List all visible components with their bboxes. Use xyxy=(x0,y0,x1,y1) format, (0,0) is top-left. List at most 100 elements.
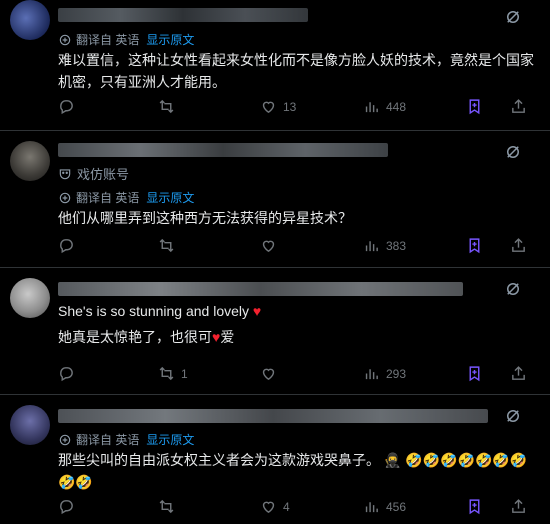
post-original-text: She's is so stunning and lovely ♥ xyxy=(58,300,538,322)
translated-text: 她真是太惊艳了，也很可 xyxy=(58,329,212,345)
bookmark-button[interactable] xyxy=(466,237,483,254)
reply-button[interactable] xyxy=(58,498,81,515)
share-icon xyxy=(512,499,525,513)
repost-button[interactable]: 1 xyxy=(158,365,188,382)
views-button[interactable]: 448 xyxy=(363,98,406,115)
like-icon xyxy=(262,240,275,253)
post-4[interactable]: 翻译自 英语 显示原文 那些尖叫的自由派女权主义者会为这款游戏哭鼻子。 🥷 🤣🤣… xyxy=(0,395,550,524)
repost-icon xyxy=(159,499,174,514)
translation-label: 翻译自 英语 xyxy=(76,33,140,47)
grok-icon[interactable] xyxy=(504,8,522,26)
post-3[interactable]: She's is so stunning and lovely ♥ 她真是太惊艳… xyxy=(0,268,550,394)
parody-label-text: 戏仿账号 xyxy=(77,167,130,182)
like-icon xyxy=(262,101,275,114)
emoji-sequence: 🥷 🤣🤣🤣🤣🤣🤣🤣 xyxy=(383,452,528,468)
share-button[interactable] xyxy=(510,498,527,515)
like-icon xyxy=(262,368,275,381)
grok-icon[interactable] xyxy=(504,407,522,425)
bookmark-icon xyxy=(469,238,480,254)
repost-button[interactable] xyxy=(158,98,181,115)
post-text: 那些尖叫的自由派女权主义者会为这款游戏哭鼻子。 🥷 🤣🤣🤣🤣🤣🤣🤣 🤣🤣 xyxy=(58,449,538,493)
views-button[interactable]: 456 xyxy=(363,498,406,515)
repost-button[interactable] xyxy=(158,237,181,254)
repost-count: 1 xyxy=(181,366,188,381)
post-2[interactable]: 戏仿账号 翻译自 英语 显示原文 他们从哪里弄到这种西方无法获得的异星技术？ 3… xyxy=(0,131,550,267)
translate-icon xyxy=(59,34,71,45)
bookmark-button[interactable] xyxy=(466,498,483,515)
post-translated-text: 她真是太惊艳了，也很可♥爱 xyxy=(58,326,538,348)
post-text: 他们从哪里弄到这种西方无法获得的异星技术？ xyxy=(58,207,538,229)
reply-icon xyxy=(60,367,73,382)
reply-icon xyxy=(60,500,73,515)
reply-button[interactable] xyxy=(58,98,81,115)
heart-emoji: ♥ xyxy=(252,303,262,319)
translation-label: 翻译自 英语 xyxy=(76,433,140,447)
translation-note: 翻译自 英语 显示原文 xyxy=(58,31,194,48)
show-original-link[interactable]: 显示原文 xyxy=(146,431,194,448)
repost-button[interactable] xyxy=(158,498,181,515)
avatar[interactable] xyxy=(10,405,50,445)
parody-label: 戏仿账号 xyxy=(58,164,129,183)
like-button[interactable] xyxy=(260,237,283,254)
grok-icon[interactable] xyxy=(504,280,522,298)
repost-icon xyxy=(159,238,174,253)
emoji-sequence: 🤣🤣 xyxy=(58,474,93,490)
original-text: She's is so stunning and lovely xyxy=(58,303,250,319)
translation-note: 翻译自 英语 显示原文 xyxy=(58,189,194,206)
like-button[interactable]: 13 xyxy=(260,98,296,115)
views-button[interactable]: 383 xyxy=(363,237,406,254)
bookmark-button[interactable] xyxy=(466,365,483,382)
avatar[interactable] xyxy=(10,0,50,40)
reply-button[interactable] xyxy=(58,237,81,254)
bookmark-icon xyxy=(469,366,480,382)
views-button[interactable]: 293 xyxy=(363,365,406,382)
views-icon xyxy=(365,369,378,380)
views-icon xyxy=(365,502,378,513)
translate-icon xyxy=(59,434,71,445)
bookmark-icon xyxy=(469,99,480,115)
post-text-line-1: 那些尖叫的自由派女权主义者会为这款游戏哭鼻子。 🥷 🤣🤣🤣🤣🤣🤣🤣 xyxy=(58,449,538,471)
share-button[interactable] xyxy=(510,365,527,382)
grok-icon[interactable] xyxy=(504,143,522,161)
author-name-blurred[interactable] xyxy=(58,143,388,157)
reply-button[interactable] xyxy=(58,365,81,382)
repost-icon xyxy=(159,99,174,114)
post-1[interactable]: 翻译自 英语 显示原文 难以置信，这种让女性看起来女性化而不是像方脸人妖的技术，… xyxy=(0,0,550,130)
avatar[interactable] xyxy=(10,141,50,181)
post-text: 那些尖叫的自由派女权主义者会为这款游戏哭鼻子。 xyxy=(58,452,380,468)
views-count: 383 xyxy=(386,238,407,253)
views-icon xyxy=(365,241,378,252)
show-original-link[interactable]: 显示原文 xyxy=(146,31,194,48)
share-button[interactable] xyxy=(510,237,527,254)
share-button[interactable] xyxy=(510,98,527,115)
action-bar: 4 456 xyxy=(58,498,528,518)
translation-label: 翻译自 英语 xyxy=(76,191,140,205)
post-text: 难以置信，这种让女性看起来女性化而不是像方脸人妖的技术，竟然是个国家 机密，只有… xyxy=(58,49,538,93)
views-count: 293 xyxy=(386,366,407,381)
views-count: 448 xyxy=(386,99,407,114)
author-name-blurred[interactable] xyxy=(58,8,308,22)
like-button[interactable] xyxy=(260,365,283,382)
views-count: 456 xyxy=(386,499,407,514)
show-original-link[interactable]: 显示原文 xyxy=(146,189,194,206)
translated-text-end: 爱 xyxy=(220,329,235,345)
post-text-line: 他们从哪里弄到这种西方无法获得的异星技术？ xyxy=(58,210,352,226)
share-icon xyxy=(512,366,525,380)
reply-icon xyxy=(60,239,73,254)
avatar[interactable] xyxy=(10,278,50,318)
author-name-blurred[interactable] xyxy=(58,409,488,423)
post-text-line: 难以置信，这种让女性看起来女性化而不是像方脸人妖的技术，竟然是个国家 xyxy=(58,52,534,68)
like-count: 4 xyxy=(283,499,290,514)
action-bar: 383 xyxy=(58,237,528,257)
action-bar: 1 293 xyxy=(58,365,528,385)
share-icon xyxy=(512,238,525,252)
translate-icon xyxy=(59,192,71,203)
author-name-blurred[interactable] xyxy=(58,282,463,296)
like-count: 13 xyxy=(283,99,297,114)
action-bar: 13 448 xyxy=(58,98,528,118)
post-text-line: 机密，只有亚洲人才能用。 xyxy=(58,74,226,90)
parody-mask-icon xyxy=(59,168,71,179)
bookmark-icon xyxy=(469,499,480,515)
bookmark-button[interactable] xyxy=(466,98,483,115)
like-button[interactable]: 4 xyxy=(260,498,290,515)
